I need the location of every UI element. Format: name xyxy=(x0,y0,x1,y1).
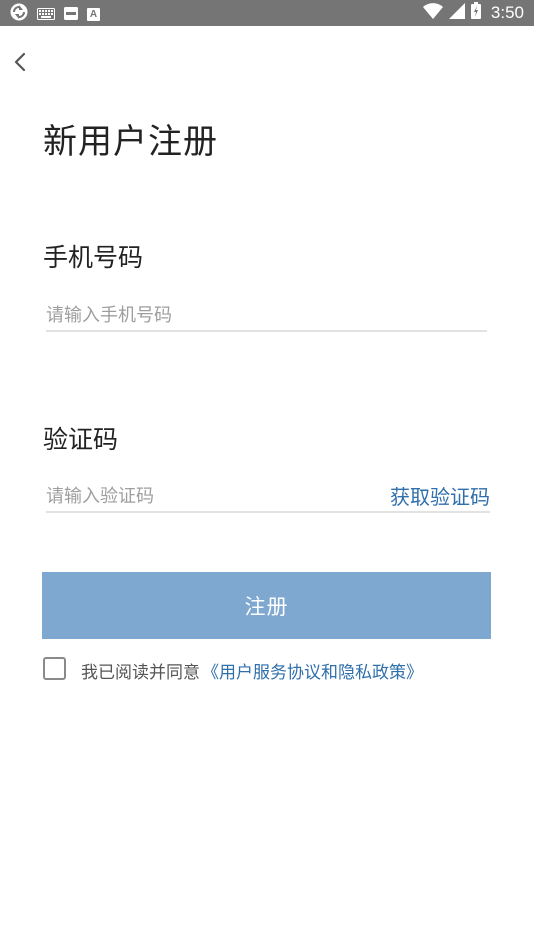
mail-icon xyxy=(64,5,78,24)
back-button[interactable] xyxy=(8,48,34,76)
agreement-text: 我已阅读并同意 xyxy=(81,663,200,683)
register-button[interactable]: 注册 xyxy=(42,572,491,639)
code-label: 验证码 xyxy=(43,425,119,454)
wifi-icon xyxy=(422,2,443,23)
status-bar: A 3:50 xyxy=(0,0,534,26)
get-code-button[interactable]: 获取验证码 xyxy=(390,481,490,510)
sync-icon xyxy=(10,3,28,25)
phone-label: 手机号码 xyxy=(43,243,144,272)
page-title: 新用户注册 xyxy=(43,122,218,162)
status-bar-system: 3:50 xyxy=(422,2,524,23)
verification-code-input[interactable] xyxy=(46,478,366,514)
a-notification-icon: A xyxy=(87,7,100,21)
status-bar-notifications: A xyxy=(10,3,100,25)
chevron-left-icon xyxy=(8,52,34,80)
phone-underline xyxy=(46,330,487,332)
code-underline xyxy=(46,511,490,513)
signal-icon xyxy=(448,2,465,23)
phone-input[interactable] xyxy=(46,297,486,333)
status-time: 3:50 xyxy=(490,2,524,22)
keyboard-icon xyxy=(37,5,55,24)
policy-link[interactable]: 《用户服务协议和隐私政策》 xyxy=(202,658,423,683)
agreement-checkbox[interactable] xyxy=(43,657,66,680)
battery-icon xyxy=(470,2,481,23)
